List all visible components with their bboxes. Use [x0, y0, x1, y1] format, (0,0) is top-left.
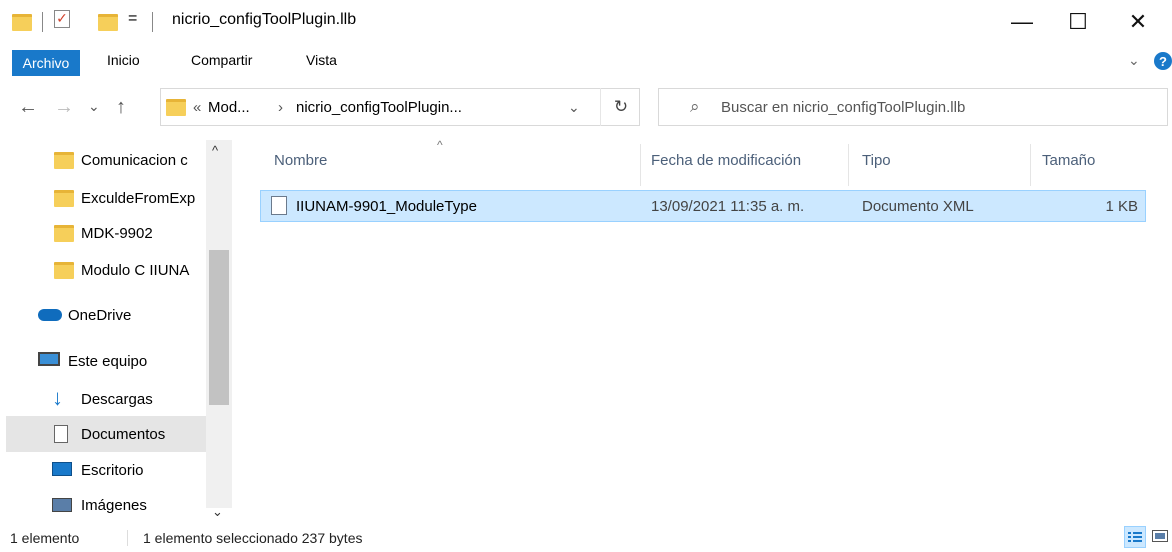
status-divider — [127, 530, 128, 546]
tab-archivo[interactable]: Archivo — [12, 50, 80, 76]
maximize-button[interactable]: ☐ — [1054, 0, 1102, 44]
minimize-button[interactable]: — — [998, 0, 1046, 44]
computer-icon — [38, 352, 60, 366]
sidebar-item-label: Este equipo — [68, 352, 148, 370]
sidebar-item-modulo[interactable]: Modulo C IIUNA — [0, 252, 206, 288]
recent-locations-button[interactable]: ⌄ — [88, 98, 100, 115]
sidebar-item-mdk[interactable]: MDK-9902 — [0, 215, 206, 251]
details-view-icon[interactable] — [1124, 526, 1146, 548]
tab-compartir[interactable]: Compartir — [191, 52, 252, 68]
tab-inicio[interactable]: Inicio — [107, 52, 140, 68]
documents-icon — [54, 425, 68, 443]
sort-arrow-icon: ^ — [437, 138, 443, 152]
sidebar-item-label: Documentos — [81, 425, 166, 443]
new-folder-icon[interactable] — [98, 14, 118, 31]
tab-vista[interactable]: Vista — [306, 52, 337, 68]
sidebar-item-escritorio[interactable]: Escritorio — [0, 452, 206, 488]
ribbon-collapse-icon[interactable]: ⌄ — [1128, 52, 1140, 69]
sidebar-item-onedrive[interactable]: OneDrive — [0, 297, 206, 333]
xml-file-icon — [271, 196, 287, 215]
breadcrumb-separator: › — [278, 99, 283, 116]
sidebar-item-label: Imágenes — [81, 496, 147, 514]
sidebar-item-documentos[interactable]: Documentos — [0, 416, 206, 452]
overflow-icon[interactable]: « — [193, 99, 201, 116]
sidebar-item-label: MDK-9902 — [81, 224, 153, 242]
column-divider[interactable] — [848, 144, 849, 186]
column-header-size[interactable]: Tamaño — [1042, 152, 1095, 169]
divider — [152, 12, 153, 32]
breadcrumb-current[interactable]: nicrio_configToolPlugin... — [296, 99, 462, 116]
help-icon[interactable]: ? — [1154, 52, 1172, 70]
download-icon: ↓ — [52, 385, 63, 410]
folder-icon — [12, 14, 32, 31]
sidebar-item-este-equipo[interactable]: Este equipo — [0, 343, 206, 379]
sidebar-item-imagenes[interactable]: Imágenes — [0, 487, 206, 523]
column-header-type[interactable]: Tipo — [862, 152, 891, 169]
column-divider[interactable] — [1030, 144, 1031, 186]
properties-icon[interactable]: ✓ — [54, 10, 70, 28]
file-name: IIUNAM-9901_ModuleType — [296, 198, 477, 215]
window-title: nicrio_configToolPlugin.llb — [172, 11, 357, 28]
sidebar-item-comunicacion[interactable]: Comunicacion c — [0, 142, 206, 178]
column-divider[interactable] — [640, 144, 641, 186]
back-button[interactable]: ← — [18, 96, 38, 119]
sidebar-item-label: Escritorio — [81, 461, 144, 479]
folder-icon — [54, 190, 74, 207]
cloud-icon — [38, 309, 62, 321]
address-dropdown-icon[interactable]: ⌄ — [568, 99, 580, 116]
desktop-icon — [52, 462, 72, 476]
breadcrumb-modulo[interactable]: Mod... — [208, 99, 250, 116]
column-header-name[interactable]: Nombre — [274, 152, 327, 169]
file-type: Documento XML — [862, 198, 974, 215]
refresh-button[interactable]: ↻ — [600, 88, 641, 126]
folder-icon — [54, 262, 74, 279]
sidebar-item-label: Descargas — [81, 390, 153, 408]
sidebar-scroll-thumb[interactable] — [209, 250, 229, 405]
search-icon: ⌕ — [690, 97, 700, 116]
sidebar-item-label: OneDrive — [68, 306, 132, 324]
up-button[interactable]: ↑ — [116, 96, 126, 119]
folder-icon — [166, 99, 186, 116]
folder-icon — [54, 152, 74, 169]
file-size: 1 KB — [1105, 198, 1138, 215]
pictures-icon — [52, 498, 72, 512]
sidebar-item-exculde[interactable]: ExculdeFromExp — [0, 180, 206, 216]
sidebar-item-descargas[interactable]: ↓ Descargas — [0, 381, 206, 417]
status-item-count: 1 elemento — [10, 530, 80, 546]
status-selection: 1 elemento seleccionado 237 bytes — [143, 530, 363, 546]
scroll-up-icon[interactable]: ^ — [212, 143, 218, 158]
scroll-down-icon[interactable]: ⌄ — [212, 504, 223, 520]
large-icons-view-icon[interactable] — [1150, 526, 1170, 546]
close-button[interactable]: ✕ — [1114, 0, 1162, 44]
search-input[interactable]: Buscar en nicrio_configToolPlugin.llb — [721, 99, 965, 116]
sidebar-item-label: Comunicacion c — [81, 151, 188, 169]
sidebar-item-label: ExculdeFromExp — [81, 189, 196, 207]
ribbon — [0, 44, 1172, 76]
folder-icon — [54, 225, 74, 242]
sidebar-item-label: Modulo C IIUNA — [81, 261, 190, 279]
qat-dropdown-icon[interactable]: = — [128, 10, 137, 28]
column-header-date[interactable]: Fecha de modificación — [651, 152, 801, 169]
file-date: 13/09/2021 11:35 a. m. — [651, 198, 805, 215]
divider — [42, 12, 43, 32]
forward-button[interactable]: → — [54, 96, 74, 119]
